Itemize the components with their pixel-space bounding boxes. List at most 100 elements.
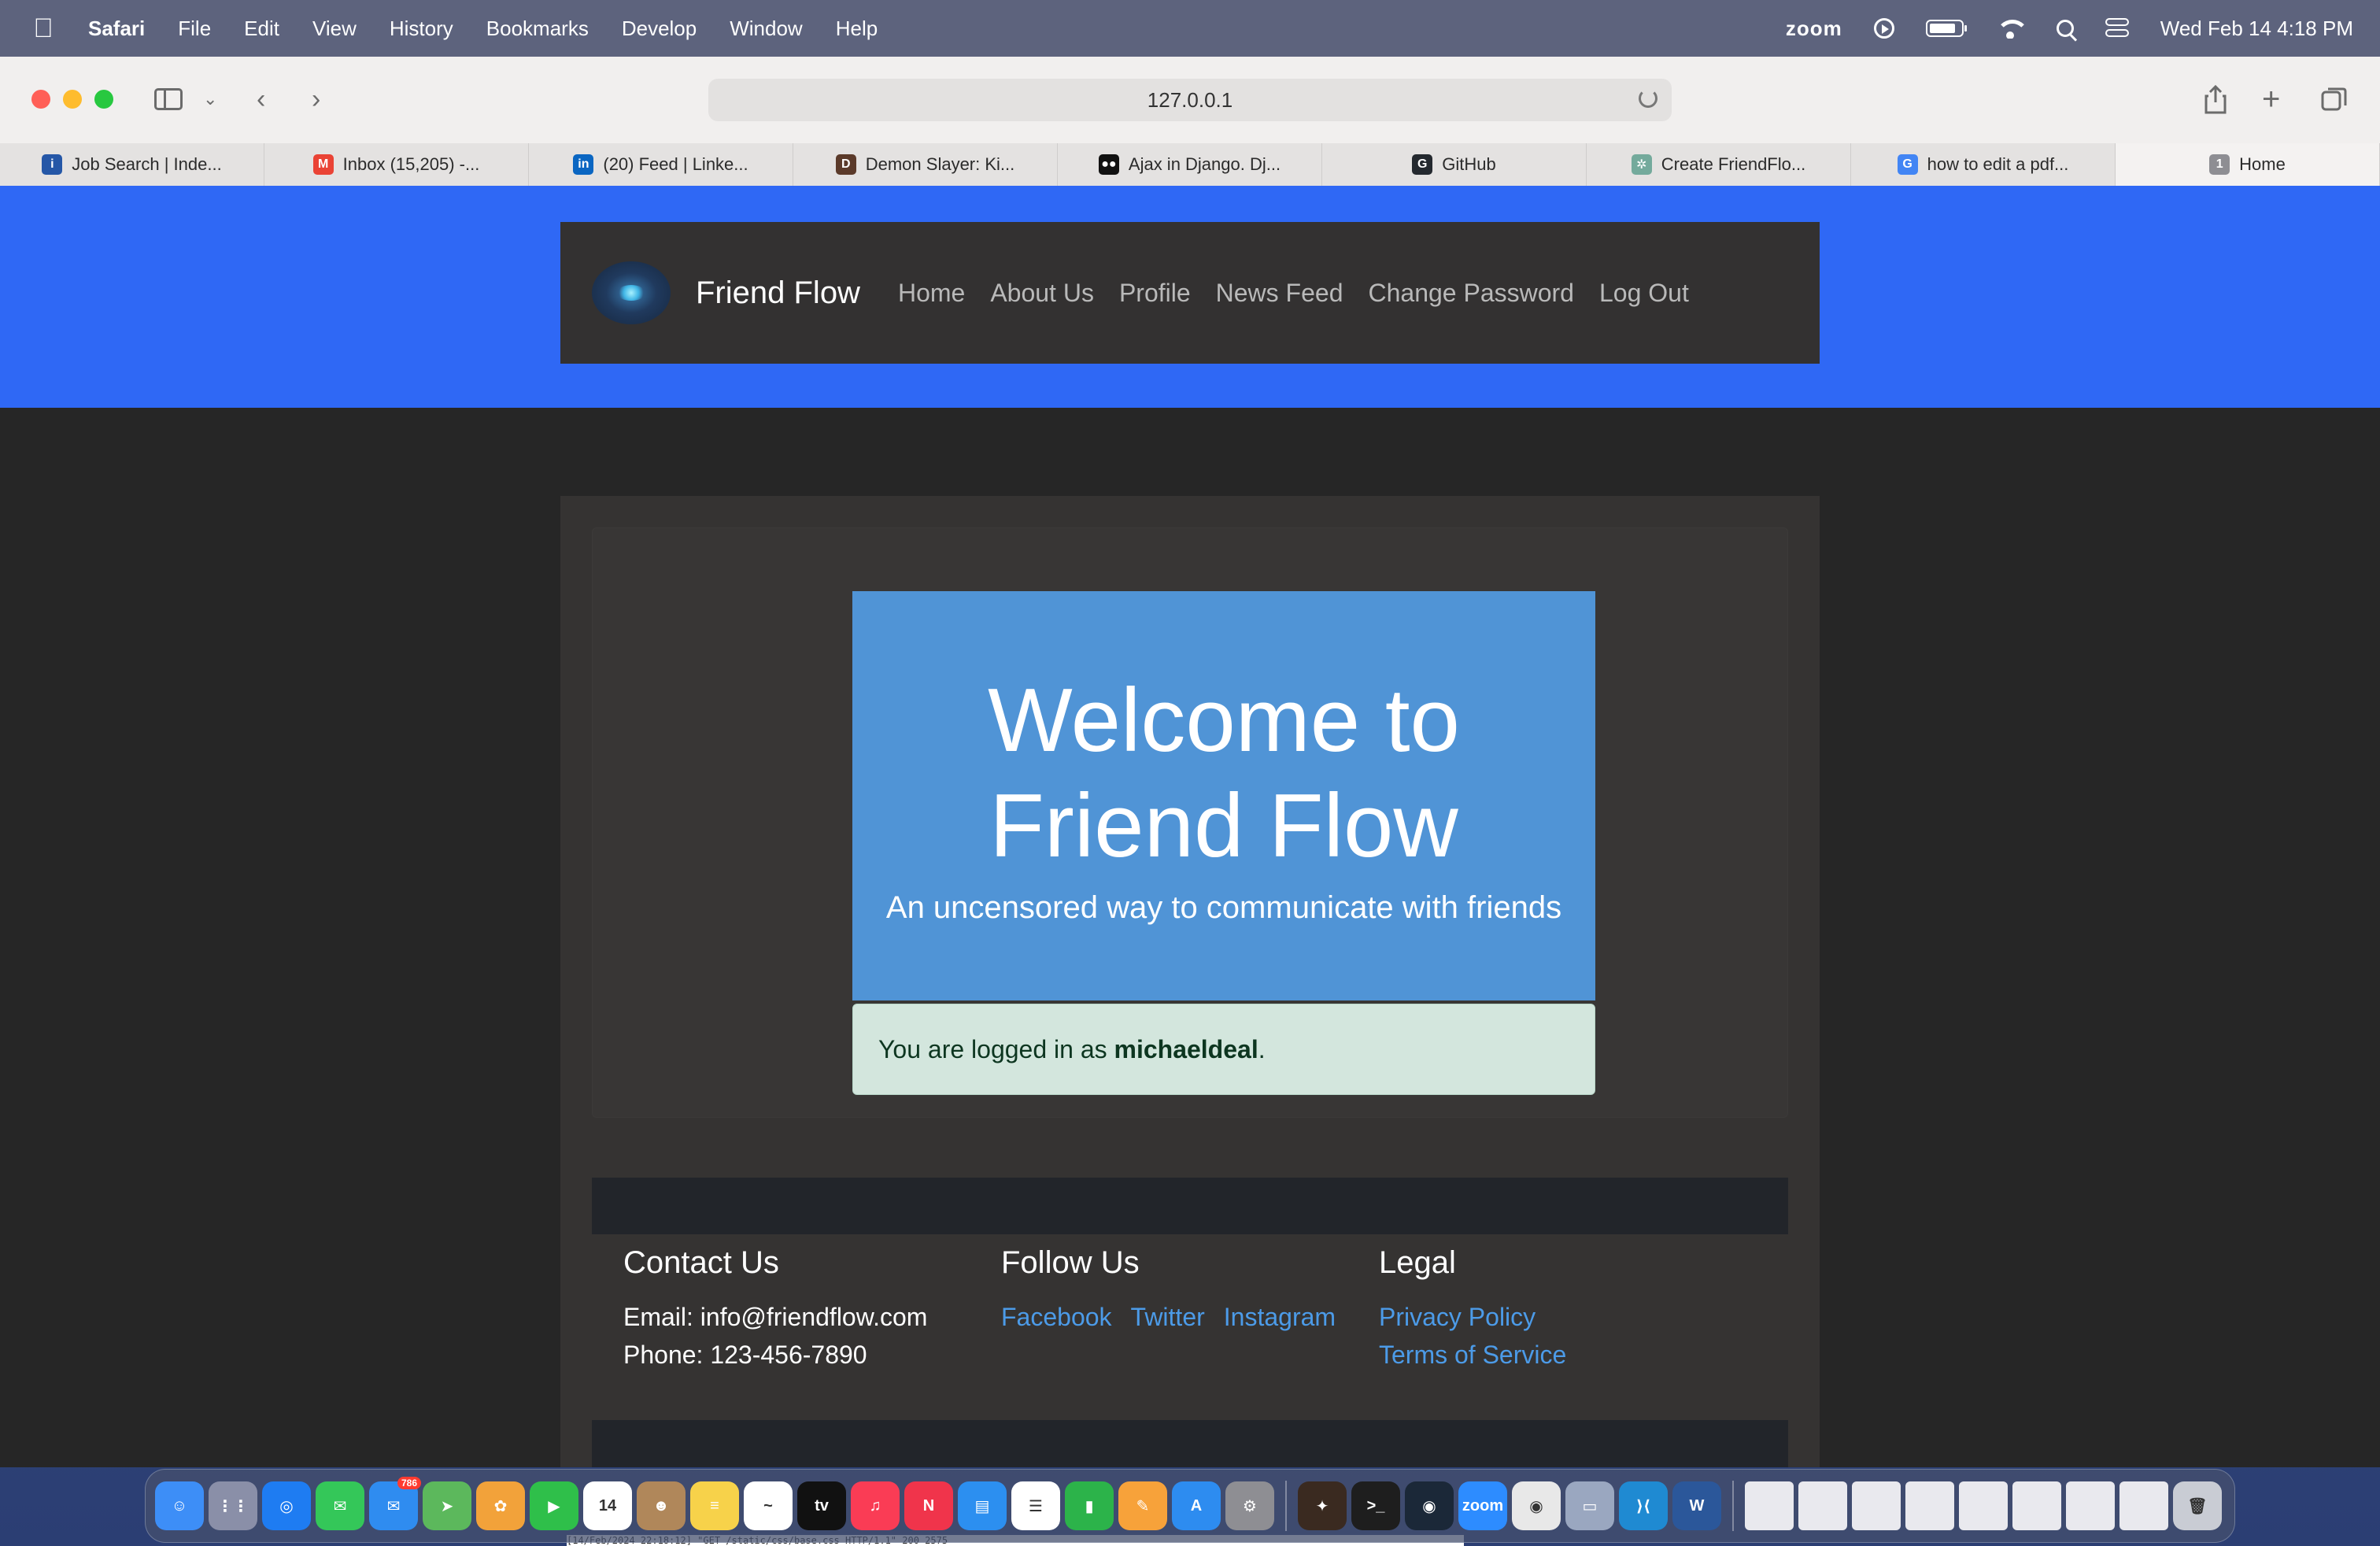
new-tab-button[interactable]: + (2262, 80, 2280, 118)
sidebar-toggle-button[interactable] (154, 80, 183, 118)
terms-of-service-link[interactable]: Terms of Service (1379, 1341, 1566, 1369)
menu-help[interactable]: Help (836, 17, 878, 41)
facetime-icon-glyph: ▶ (548, 1497, 560, 1515)
steam-icon[interactable]: ◉ (1405, 1481, 1454, 1530)
browser-tab[interactable]: M Inbox (15,205) -... (264, 143, 529, 186)
fullscreen-window-button[interactable] (94, 90, 113, 109)
site-footer: Contact Us Email: info@friendflow.com Ph… (623, 1245, 1757, 1374)
footer-phone: Phone: 123-456-7890 (623, 1341, 867, 1369)
facetime-icon[interactable]: ▶ (530, 1481, 578, 1530)
recent-window-icon[interactable] (1905, 1481, 1954, 1530)
browser-tab[interactable]: ●● Ajax in Django. Dj... (1058, 143, 1322, 186)
notes-icon[interactable]: ≡ (690, 1481, 739, 1530)
tab-group-chevron-down-icon[interactable]: ⌄ (203, 80, 217, 118)
browser-tab[interactable]: i Job Search | Inde... (0, 143, 264, 186)
menu-bookmarks[interactable]: Bookmarks (486, 17, 589, 41)
facebook-link[interactable]: Facebook (1001, 1298, 1112, 1336)
minimize-window-button[interactable] (63, 90, 82, 109)
mail-icon[interactable]: ✉ 786 (369, 1477, 421, 1530)
twitter-link[interactable]: Twitter (1131, 1298, 1205, 1336)
browser-tab[interactable]: Ghow to edit a pdf... (1851, 143, 2116, 186)
close-window-button[interactable] (31, 90, 50, 109)
recent-window-icon[interactable] (1745, 1481, 1794, 1530)
tab-overview-button[interactable] (2320, 80, 2349, 118)
safari-icon[interactable]: ◎ (262, 1481, 311, 1530)
vscode-icon-glyph: ⟩⟨ (1635, 1497, 1651, 1515)
apple-menu-icon[interactable]:  (31, 13, 55, 44)
numbers-icon[interactable]: ▮ (1065, 1481, 1114, 1530)
footer-follow: Follow Us Facebook Twitter Instagram (1001, 1245, 1379, 1374)
zoom-status-icon[interactable]: zoom (1786, 17, 1842, 41)
contacts-icon[interactable]: ☻ (637, 1481, 686, 1530)
nav-news-feed-link[interactable]: News Feed (1216, 279, 1343, 308)
photos-icon[interactable]: ✿ (476, 1481, 525, 1530)
menu-file[interactable]: File (178, 17, 211, 41)
menu-edit[interactable]: Edit (244, 17, 279, 41)
recent-window-icon[interactable] (1959, 1481, 2008, 1530)
spotlight-search-icon[interactable] (2056, 20, 2074, 37)
forward-button[interactable]: › (312, 80, 320, 118)
chrome-icon[interactable]: ◉ (1512, 1481, 1561, 1530)
finder-icon[interactable]: ☺ (155, 1481, 204, 1530)
nav-profile-link[interactable]: Profile (1119, 279, 1191, 308)
wifi-icon[interactable] (1995, 18, 2025, 39)
music-icon[interactable]: ♫ (851, 1481, 900, 1530)
recent-window-icon[interactable] (2066, 1481, 2115, 1530)
messages-icon[interactable]: ✉ (316, 1481, 364, 1530)
header-band: Friend Flow Home About Us Profile News F… (0, 186, 2380, 408)
browser-tab[interactable]: ✲ Create FriendFlo... (1587, 143, 1851, 186)
news-icon[interactable]: N (904, 1481, 953, 1530)
reminders-icon-glyph: ☰ (1029, 1497, 1043, 1515)
play-circle-icon[interactable] (1873, 18, 1894, 39)
menu-develop[interactable]: Develop (622, 17, 697, 41)
browser-tab[interactable]: 1 Home (2116, 143, 2380, 186)
menu-history[interactable]: History (390, 17, 453, 41)
app-store-icon[interactable]: A (1172, 1481, 1221, 1530)
terminal-icon-glyph: >_ (1366, 1496, 1385, 1515)
back-button[interactable]: ‹ (257, 80, 265, 118)
share-button[interactable] (2204, 80, 2227, 118)
terminal-icon[interactable]: >_ (1351, 1481, 1400, 1530)
nav-logout-link[interactable]: Log Out (1599, 279, 1689, 308)
navbar-brand[interactable]: Friend Flow (696, 276, 860, 311)
menu-view[interactable]: View (312, 17, 357, 41)
browser-tab[interactable]: in (20) Feed | Linke... (529, 143, 793, 186)
zoom-icon[interactable]: zoom (1458, 1481, 1507, 1530)
browser-tab[interactable]: G GitHub (1322, 143, 1587, 186)
freeform-icon[interactable]: ~ (744, 1481, 793, 1530)
recent-window-icon[interactable] (2012, 1481, 2061, 1530)
friend-flow-logo[interactable] (592, 261, 671, 324)
trash-icon[interactable]: 🗑 (2173, 1481, 2222, 1530)
calendar-icon[interactable]: 14 (583, 1481, 632, 1530)
contacts-icon-glyph: ☻ (652, 1496, 670, 1515)
control-center-icon[interactable] (2105, 18, 2129, 39)
nav-change-password-link[interactable]: Change Password (1368, 279, 1573, 308)
menu-window[interactable]: Window (730, 17, 802, 41)
reminders-icon[interactable]: ☰ (1011, 1481, 1060, 1530)
keynote-icon[interactable]: ▤ (958, 1481, 1007, 1530)
preview-icon[interactable]: ▭ (1565, 1481, 1614, 1530)
address-text: 127.0.0.1 (1147, 87, 1233, 112)
address-bar[interactable]: 127.0.0.1 (708, 79, 1672, 121)
pages-icon[interactable]: ✎ (1118, 1481, 1167, 1530)
privacy-policy-link[interactable]: Privacy Policy (1379, 1303, 1536, 1331)
recent-window-icon[interactable] (1852, 1481, 1901, 1530)
word-icon[interactable]: W (1672, 1481, 1721, 1530)
recent-window-icon[interactable] (1798, 1481, 1847, 1530)
vscode-icon[interactable]: ⟩⟨ (1619, 1481, 1668, 1530)
game-icon[interactable]: ✦ (1298, 1481, 1347, 1530)
footer-email: Email: info@friendflow.com (623, 1303, 928, 1331)
launchpad-icon[interactable]: ⋮⋮ (209, 1481, 257, 1530)
browser-tab[interactable]: D Demon Slayer: Ki... (793, 143, 1058, 186)
menubar-clock[interactable]: Wed Feb 14 4:18 PM (2160, 17, 2353, 41)
instagram-link[interactable]: Instagram (1224, 1298, 1336, 1336)
reload-icon[interactable] (1639, 89, 1658, 108)
maps-icon[interactable]: ➤ (423, 1481, 471, 1530)
system-settings-icon[interactable]: ⚙ (1225, 1481, 1274, 1530)
battery-icon[interactable] (1925, 20, 1967, 37)
recent-window-icon[interactable] (2119, 1481, 2168, 1530)
nav-about-link[interactable]: About Us (990, 279, 1094, 308)
app-menu[interactable]: Safari (88, 17, 145, 41)
tv-icon[interactable]: tv (797, 1481, 846, 1530)
nav-home-link[interactable]: Home (898, 279, 965, 308)
